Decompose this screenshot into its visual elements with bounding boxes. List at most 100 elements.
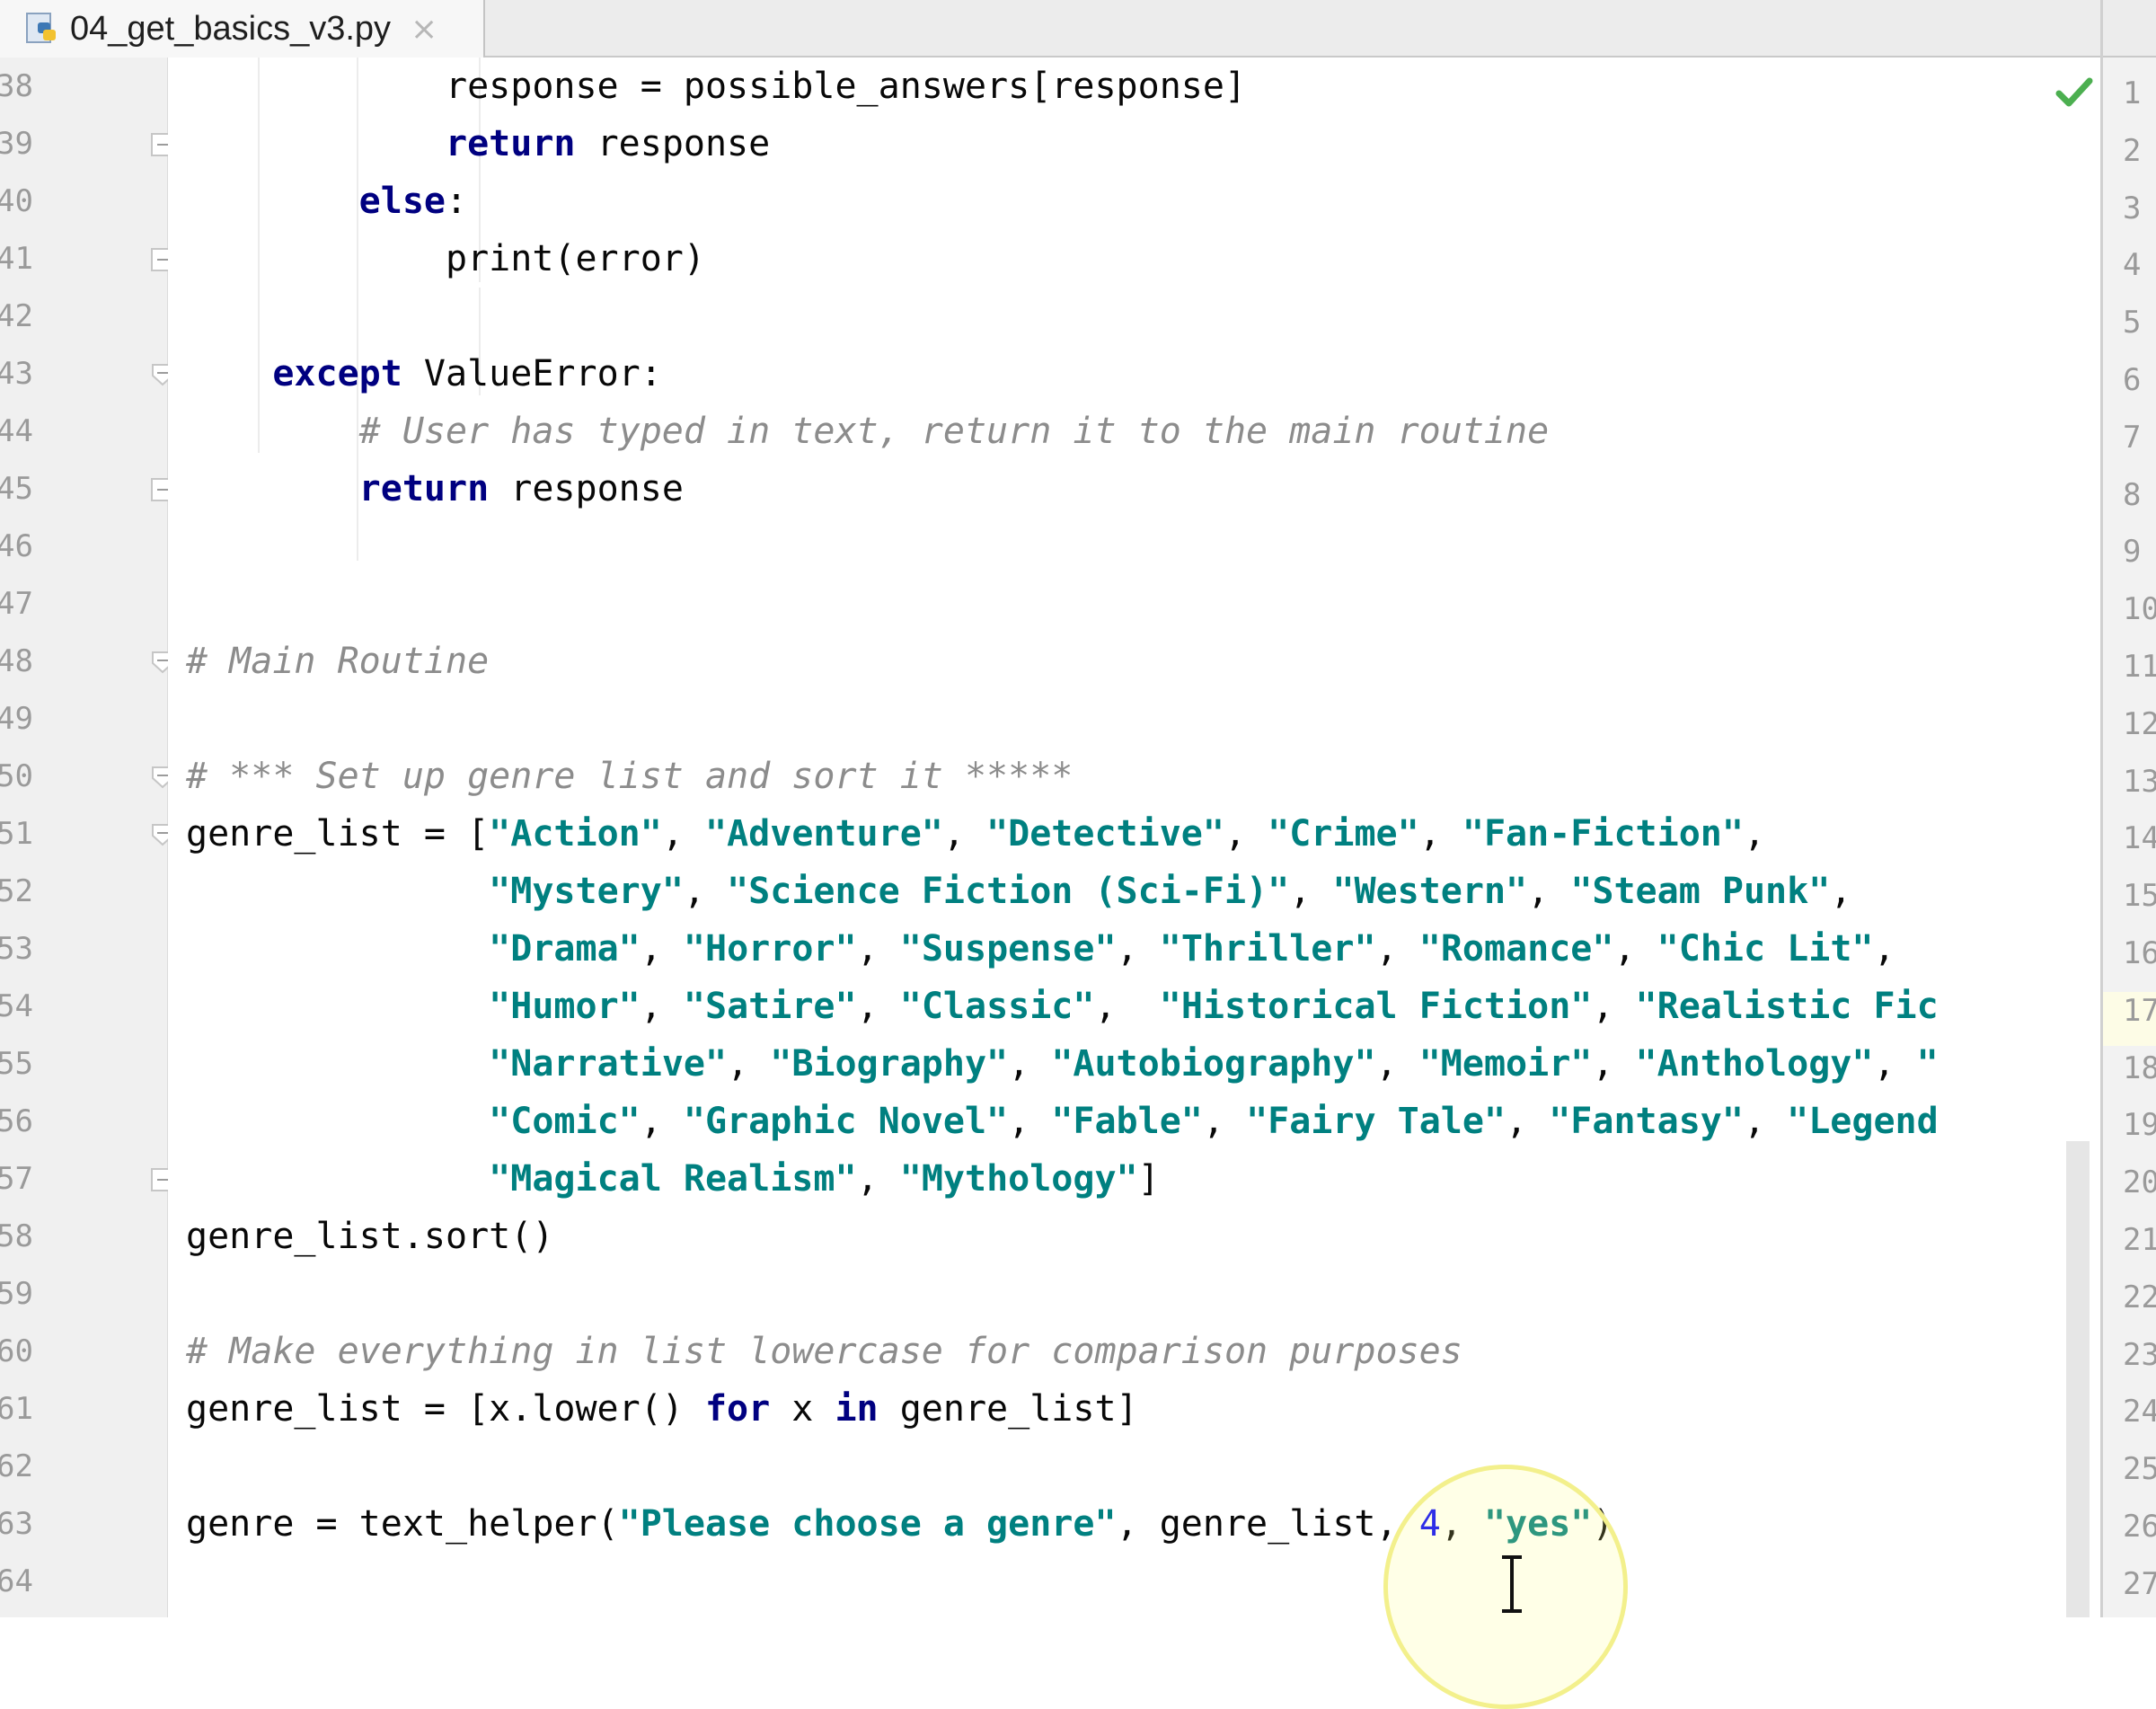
secondary-line-number: 23 bbox=[2123, 1336, 2156, 1373]
code-token: print(error) bbox=[186, 238, 705, 279]
code-line[interactable]: # User has typed in text, return it to t… bbox=[186, 403, 1550, 460]
code-line[interactable]: "Mystery", "Science Fiction (Sci-Fi)", "… bbox=[186, 863, 1851, 920]
line-number: 47 bbox=[0, 586, 33, 622]
code-string: "Narrative" bbox=[489, 1043, 728, 1085]
file-tab[interactable]: 04_get_basics_v3.py × bbox=[0, 0, 485, 58]
code-line[interactable]: genre_list = ["Action", "Adventure", "De… bbox=[186, 805, 1765, 863]
line-number: 64 bbox=[0, 1563, 33, 1599]
code-string: "Mystery" bbox=[489, 871, 684, 912]
check-icon[interactable] bbox=[2055, 74, 2093, 111]
code-token: , bbox=[1527, 871, 1571, 912]
code-token: , bbox=[1743, 1101, 1788, 1142]
line-number: 52 bbox=[0, 873, 33, 909]
code-line[interactable]: except ValueError: bbox=[186, 345, 661, 403]
code-keyword: except bbox=[272, 353, 402, 394]
line-number: 50 bbox=[0, 758, 33, 794]
vertical-scrollbar[interactable] bbox=[2066, 1141, 2090, 1617]
code-string: "Science Fiction (Sci-Fi)" bbox=[727, 871, 1290, 912]
code-token: genre_list] bbox=[878, 1388, 1138, 1430]
code-line[interactable]: return response bbox=[186, 115, 770, 173]
code-string: "Detective" bbox=[986, 813, 1224, 854]
code-keyword: else bbox=[358, 181, 446, 222]
secondary-line-number: 9 bbox=[2123, 534, 2142, 571]
secondary-line-number: 20 bbox=[2123, 1164, 2156, 1201]
code-string: "Memoir" bbox=[1418, 1043, 1593, 1085]
code-token: , bbox=[1094, 986, 1160, 1027]
code-token: , bbox=[1873, 1043, 1917, 1085]
code-string: "Chic Lit" bbox=[1657, 928, 1874, 970]
code-token: , bbox=[856, 986, 900, 1027]
code-keyword: return bbox=[445, 123, 576, 164]
code-keyword: for bbox=[704, 1388, 771, 1430]
line-number: 38 bbox=[0, 68, 33, 104]
python-file-icon bbox=[26, 13, 56, 43]
code-line[interactable]: print(error) bbox=[186, 230, 705, 288]
code-token: , bbox=[942, 813, 987, 854]
line-number: 48 bbox=[0, 643, 33, 679]
code-string: "Autobiography" bbox=[1051, 1043, 1376, 1085]
code-line[interactable]: return response bbox=[186, 460, 684, 518]
code-line[interactable]: "Comic", "Graphic Novel", "Fable", "Fair… bbox=[186, 1093, 1939, 1150]
code-line[interactable]: response = possible_answers[response] bbox=[186, 58, 1246, 115]
code-line[interactable]: "Magical Realism", "Mythology"] bbox=[186, 1150, 1160, 1208]
code-line[interactable]: # *** Set up genre list and sort it ****… bbox=[186, 748, 1073, 805]
line-number: 61 bbox=[0, 1391, 33, 1427]
code-token: genre_list = [x.lower() bbox=[186, 1388, 705, 1430]
code-keyword: in bbox=[835, 1388, 879, 1430]
secondary-line-number: 26 bbox=[2123, 1509, 2156, 1545]
code-string: "Horror" bbox=[683, 928, 857, 970]
line-number: 45 bbox=[0, 471, 33, 507]
secondary-line-number: 15 bbox=[2123, 878, 2156, 915]
code-line[interactable]: # Main Routine bbox=[186, 633, 489, 690]
code-editor[interactable]: response = possible_answers[response] re… bbox=[168, 58, 2100, 1617]
code-line[interactable]: "Drama", "Horror", "Suspense", "Thriller… bbox=[186, 920, 1895, 978]
code-string: "Legend bbox=[1787, 1101, 1939, 1142]
secondary-line-number: 25 bbox=[2123, 1451, 2156, 1488]
code-line[interactable]: genre_list.sort() bbox=[186, 1208, 553, 1265]
line-number: 57 bbox=[0, 1161, 33, 1197]
code-line[interactable]: "Humor", "Satire", "Classic", "Historica… bbox=[186, 978, 1939, 1035]
secondary-line-number: 11 bbox=[2123, 649, 2156, 685]
code-token: genre_list = [ bbox=[186, 813, 490, 854]
code-string: "Action" bbox=[489, 813, 662, 854]
code-line[interactable]: # Make everything in list lowercase for … bbox=[186, 1323, 1462, 1380]
code-token: , genre_list, bbox=[1116, 1503, 1419, 1545]
code-line[interactable]: genre_list = [x.lower() for x in genre_l… bbox=[186, 1380, 1138, 1438]
secondary-line-number: 10 bbox=[2123, 591, 2156, 628]
code-token: , bbox=[1375, 1043, 1419, 1085]
code-token: : bbox=[445, 181, 468, 222]
code-token: , bbox=[683, 871, 728, 912]
code-comment: # Make everything in list lowercase for … bbox=[186, 1331, 1462, 1372]
code-string: "Suspense" bbox=[899, 928, 1117, 970]
code-token: genre = text_helper( bbox=[186, 1503, 619, 1545]
code-token: genre_list.sort() bbox=[186, 1216, 554, 1257]
code-comment: # *** Set up genre list and sort it ****… bbox=[186, 756, 1074, 797]
code-token: , bbox=[640, 928, 684, 970]
code-string: "Realistic Fic bbox=[1635, 986, 1939, 1027]
secondary-line-number: 16 bbox=[2123, 935, 2156, 971]
code-token: , bbox=[1008, 1101, 1052, 1142]
code-token: , bbox=[856, 1158, 900, 1200]
secondary-line-number: 17 bbox=[2123, 992, 2156, 1029]
code-line[interactable]: else: bbox=[186, 173, 467, 230]
code-token: , bbox=[661, 813, 705, 854]
line-number: 51 bbox=[0, 816, 33, 852]
line-number: 62 bbox=[0, 1448, 33, 1484]
close-icon[interactable]: × bbox=[411, 11, 437, 48]
line-number-gutter[interactable]: 38 39 40 41 42 43 44 45 46 47 48 49 50 51 52 53 54 55 56 57… bbox=[0, 58, 174, 1617]
code-line[interactable]: "Narrative", "Biography", "Autobiography… bbox=[186, 1035, 1939, 1093]
line-number: 44 bbox=[0, 413, 33, 449]
code-token: , bbox=[640, 986, 684, 1027]
code-token: , bbox=[1418, 813, 1462, 854]
line-number: 41 bbox=[0, 241, 33, 277]
code-string: "Comic" bbox=[489, 1101, 641, 1142]
code-string: "Western" bbox=[1332, 871, 1528, 912]
code-token: , bbox=[1202, 1101, 1247, 1142]
line-number: 53 bbox=[0, 931, 33, 967]
line-number: 49 bbox=[0, 701, 33, 737]
